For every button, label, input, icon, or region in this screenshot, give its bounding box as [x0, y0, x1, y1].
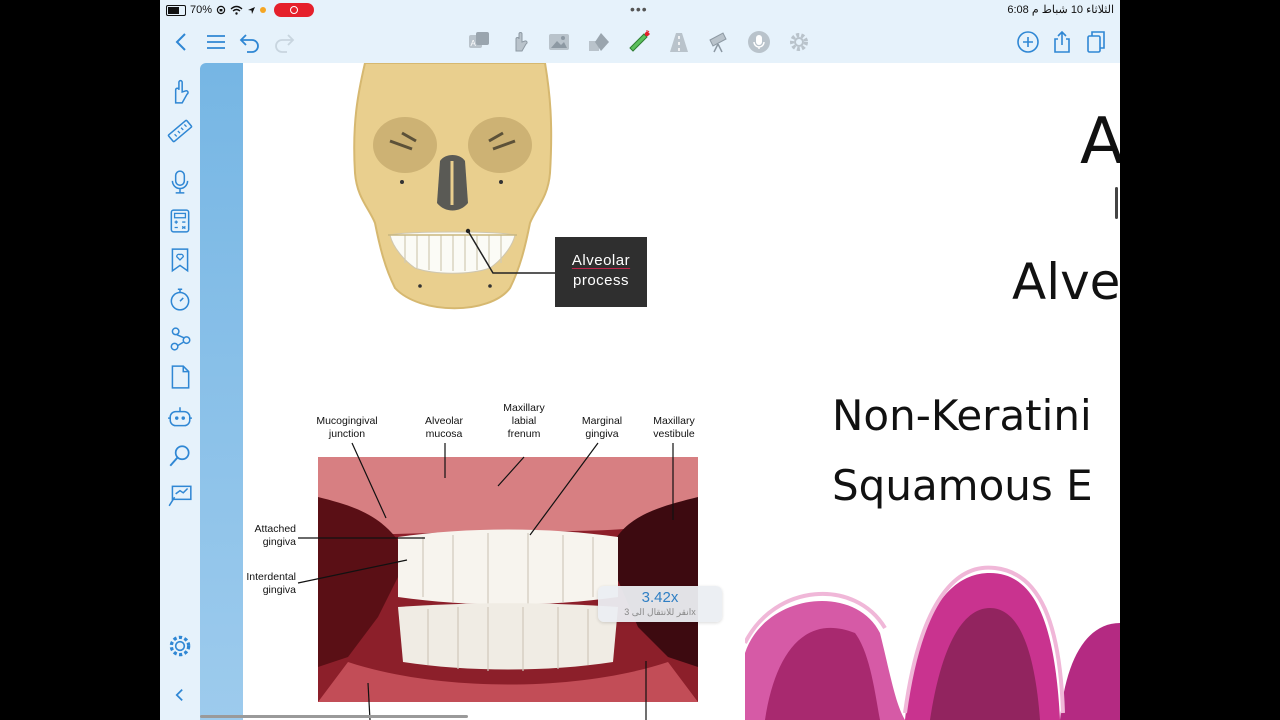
slide-body-line1: Non-Keratini — [832, 391, 1092, 440]
road-icon[interactable] — [665, 28, 693, 56]
microphone-icon[interactable] — [165, 167, 195, 197]
share-nodes-icon[interactable] — [165, 324, 195, 354]
back-chevron-icon[interactable] — [168, 28, 196, 56]
settings-icon[interactable] — [165, 631, 195, 661]
translate-icon[interactable]: A — [465, 28, 493, 56]
battery-percent: 70% — [190, 4, 213, 16]
toolbar: A — [160, 20, 1120, 64]
timer-icon[interactable] — [165, 284, 195, 314]
screen-recording-indicator[interactable] — [274, 3, 315, 17]
status-ampm: م — [1031, 4, 1039, 16]
slide-subtitle-partial: Alve — [1012, 253, 1120, 311]
copy-icon[interactable] — [1082, 28, 1110, 56]
label-text: Mucogingival junction — [316, 415, 378, 440]
slide-title-partial: A — [1080, 105, 1120, 179]
document-canvas[interactable]: Alveolar process Mucogingival junction A… — [200, 63, 1120, 720]
histology-image — [745, 563, 1120, 720]
microphone-icon[interactable] — [745, 28, 773, 56]
zoom-hint: انقر للانتقال الى 3x — [624, 607, 696, 617]
bookmark-heart-icon[interactable] — [165, 245, 195, 275]
label-maxillary-labial: Maxillary labial frenum — [494, 402, 554, 441]
orientation-lock-icon — [216, 5, 226, 15]
slide-body-line2: Squamous E — [832, 461, 1093, 510]
wifi-icon — [230, 5, 243, 15]
label-attached-gingiva: Attached gingiva — [230, 523, 296, 549]
multitask-dots[interactable]: ••• — [630, 1, 648, 17]
image-icon[interactable] — [545, 28, 573, 56]
mic-in-use-dot — [260, 7, 267, 13]
add-icon[interactable] — [1014, 28, 1042, 56]
search-icon[interactable] — [165, 441, 195, 471]
skull-illustration — [353, 63, 555, 310]
vertical-scrollbar[interactable] — [1115, 187, 1118, 219]
callout-line2: process — [572, 272, 630, 289]
status-left: 70% — [166, 3, 315, 17]
horizontal-scrollbar[interactable] — [200, 715, 468, 718]
callout-line1: Alveolar — [571, 252, 631, 269]
calculator-icon[interactable] — [165, 206, 195, 236]
robot-icon[interactable] — [165, 402, 195, 432]
hand-icon[interactable] — [505, 28, 533, 56]
telescope-icon[interactable] — [705, 28, 733, 56]
share-icon[interactable] — [1048, 28, 1076, 56]
label-text: Marginal gingiva — [581, 415, 623, 440]
label-maxillary-vestibule: Maxillary vestibule — [642, 415, 706, 441]
label-text: Maxillary labial frenum — [503, 402, 545, 440]
ruler-icon[interactable] — [165, 116, 195, 146]
alveolar-process-callout: Alveolar process — [555, 237, 647, 307]
location-icon — [248, 6, 256, 14]
status-time: 6:08 — [1007, 4, 1029, 16]
page-side-strip — [200, 63, 243, 720]
label-interdental-gingiva: Interdental gingiva — [218, 571, 296, 597]
svg-text:A: A — [471, 39, 477, 48]
record-icon — [290, 6, 299, 14]
label-text: Attached gingiva — [254, 523, 296, 548]
presentation-icon[interactable] — [165, 480, 195, 510]
label-marginal-gingiva: Marginal gingiva — [570, 415, 634, 441]
ipad-screen: 70% ••• الثلاثاء 10 شباط م 6:08 A Alveol… — [160, 0, 1120, 720]
status-bar: 70% ••• الثلاثاء 10 شباط م 6:08 — [160, 0, 1120, 20]
settings-icon[interactable] — [785, 28, 813, 56]
label-text: Alveolar mucosa — [425, 415, 463, 440]
label-mucogingival: Mucogingival junction — [310, 415, 384, 441]
status-date: الثلاثاء 10 شباط — [1041, 4, 1114, 16]
label-alveolar-mucosa: Alveolar mucosa — [414, 415, 474, 441]
shapes-icon[interactable] — [585, 28, 613, 56]
redo-icon[interactable] — [270, 28, 298, 56]
hand-icon[interactable] — [165, 77, 195, 107]
label-text: Maxillary vestibule — [653, 415, 695, 440]
list-icon[interactable] — [202, 28, 230, 56]
label-text: Interdental gingiva — [246, 571, 296, 596]
gingiva-photo — [318, 457, 698, 702]
zoom-indicator[interactable]: 3.42x انقر للانتقال الى 3x — [598, 586, 722, 622]
undo-icon[interactable] — [236, 28, 264, 56]
document-icon[interactable] — [165, 362, 195, 392]
laser-pointer-icon[interactable] — [625, 28, 653, 56]
status-right: الثلاثاء 10 شباط م 6:08 — [1007, 3, 1114, 16]
battery-icon — [166, 4, 186, 16]
collapse-chevron-icon[interactable] — [165, 680, 195, 710]
zoom-level: 3.42x — [641, 589, 679, 606]
sidebar — [160, 64, 200, 720]
